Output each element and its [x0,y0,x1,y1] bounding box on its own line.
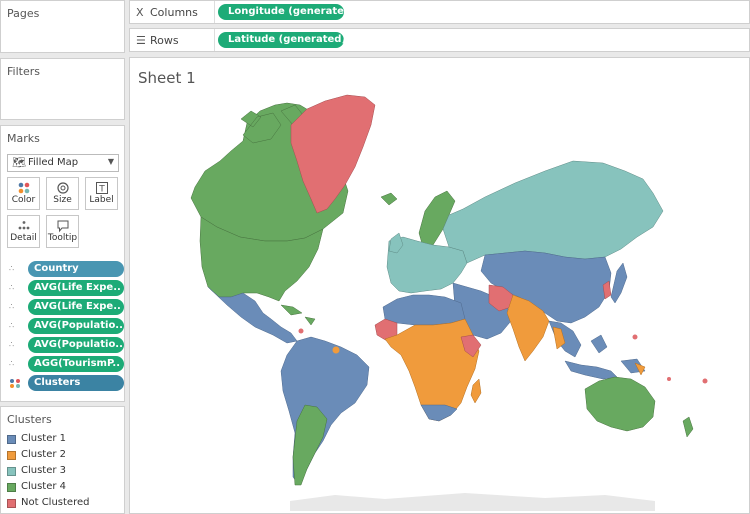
shelf-divider [214,29,215,51]
pacific-not-clustered-dot[interactable] [702,378,708,384]
legend-swatch [7,467,16,476]
rows-label: Rows [150,34,179,47]
detail-icon: ∴ [9,283,15,292]
legend-label: Cluster 4 [21,481,67,492]
field-pill[interactable]: AGG(TourismP.. [28,356,124,372]
longitude-pill[interactable]: Longitude (generated) [218,4,344,20]
mark-type-value: Filled Map [28,157,79,168]
label-icon: T [86,181,117,195]
detail-button-label: Detail [10,233,37,243]
detail-icon: ∴ [9,321,15,330]
legend-swatch [7,451,16,460]
color-dots-icon [8,181,39,195]
region-caribbean[interactable] [280,304,316,326]
legend-label: Cluster 2 [21,449,67,460]
chevron-down-icon: ▼ [107,157,114,166]
size-icon [47,181,78,195]
rows-shelf[interactable]: ☰ Rows Latitude (generated) [129,28,750,52]
region-iceland[interactable] [380,192,398,206]
rows-icon: ☰ [136,34,146,47]
region-guiana-cluster-2[interactable] [332,346,340,354]
field-pill[interactable]: Clusters [28,375,124,391]
region-southeast-asia[interactable] [548,320,582,358]
detail-icon: ∴ [9,302,15,311]
tooltip-button-label: Tooltip [47,233,78,243]
detail-button[interactable]: Detail [7,215,40,248]
field-pill[interactable]: AVG(Life Expe.. [28,299,124,315]
filled-map-icon: 🗺︎ [12,156,26,169]
legend-swatch [7,483,16,492]
region-madagascar[interactable] [470,378,482,404]
filters-title: Filters [7,65,40,78]
pacific-not-clustered-dot[interactable] [667,377,671,381]
region-north-africa[interactable] [382,294,466,326]
filters-card[interactable]: Filters [0,58,125,120]
antarctica [290,493,655,511]
pacific-not-clustered-dot[interactable] [632,334,638,340]
columns-icon: Ⅹ [136,6,144,19]
color-button[interactable]: Color [7,177,40,210]
legend-label: Not Clustered [21,497,90,508]
marks-title: Marks [7,132,40,145]
region-russia[interactable] [442,160,664,264]
field-pill[interactable]: AVG(Populatio.. [28,318,124,334]
size-button-label: Size [53,195,72,205]
field-pill[interactable]: Country [28,261,124,277]
columns-shelf[interactable]: Ⅹ Columns Longitude (generated) [129,0,750,24]
tooltip-icon [47,219,78,233]
mark-type-dropdown[interactable]: 🗺︎ Filled Map ▼ [7,154,119,172]
detail-icon: ∴ [9,264,15,273]
size-button[interactable]: Size [46,177,79,210]
svg-text:T: T [98,185,105,195]
clusters-legend: Clusters Cluster 1 Cluster 2 Cluster 3 C… [0,406,125,514]
detail-icon [8,219,39,233]
legend-swatch [7,435,16,444]
legend-swatch [7,499,16,508]
field-pill[interactable]: AVG(Life Expe.. [28,280,124,296]
detail-icon: ∴ [9,340,15,349]
label-button[interactable]: T Label [85,177,118,210]
latitude-pill[interactable]: Latitude (generated) [218,32,344,48]
shelf-divider [214,1,215,23]
region-australia[interactable] [584,376,656,432]
world-filled-map[interactable] [134,92,747,511]
legend-title: Clusters [7,413,52,426]
sheet-view: Sheet 1 [129,57,750,514]
label-button-label: Label [89,195,114,205]
pages-title: Pages [7,7,40,20]
detail-icon: ∴ [9,359,15,368]
color-button-label: Color [11,195,36,205]
region-japan[interactable] [610,262,628,304]
tooltip-button[interactable]: Tooltip [46,215,79,248]
legend-label: Cluster 3 [21,465,67,476]
region-new-zealand[interactable] [682,416,694,438]
pages-card[interactable]: Pages [0,0,125,53]
region-south-africa[interactable] [420,404,458,422]
legend-label: Cluster 1 [21,433,67,444]
sheet-title[interactable]: Sheet 1 [138,69,196,87]
marks-card: Marks 🗺︎ Filled Map ▼ Color Size T Label… [0,125,125,402]
field-pill[interactable]: AVG(Populatio.. [28,337,124,353]
caribbean-not-clustered[interactable] [298,328,304,334]
color-dots-icon [9,378,21,388]
columns-label: Columns [150,6,198,19]
